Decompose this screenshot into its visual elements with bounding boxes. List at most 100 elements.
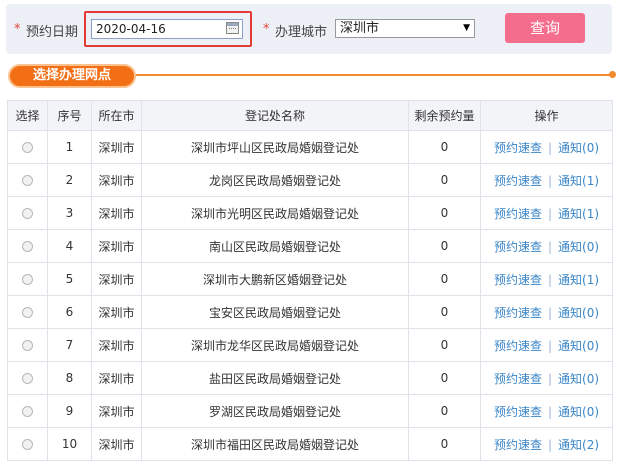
action-separator: |	[547, 437, 553, 452]
row-remaining: 0	[408, 295, 481, 329]
row-city: 深圳市	[91, 394, 142, 428]
date-field-highlight: 2020-04-16	[84, 11, 252, 47]
row-remaining: 0	[408, 130, 481, 164]
city-select[interactable]: 深圳市 ▼	[335, 19, 475, 38]
quick-book-link[interactable]: 预约速查	[494, 141, 542, 155]
row-city: 深圳市	[91, 130, 142, 164]
table-row: 4 深圳市 南山区民政局婚姻登记处 0 预约速查 | 通知(0)	[7, 229, 613, 263]
quick-book-link[interactable]: 预约速查	[494, 174, 542, 188]
dropdown-arrow-icon: ▼	[463, 23, 470, 33]
row-index: 2	[47, 163, 92, 197]
row-city: 深圳市	[91, 262, 142, 296]
row-remaining: 0	[408, 361, 481, 395]
notice-link[interactable]: 通知(0)	[558, 240, 599, 254]
row-remaining: 0	[408, 196, 481, 230]
row-office-name: 深圳市光明区民政局婚姻登记处	[141, 196, 409, 230]
row-city: 深圳市	[91, 427, 142, 461]
notice-link[interactable]: 通知(0)	[558, 339, 599, 353]
select-radio[interactable]	[22, 439, 33, 450]
table-row: 2 深圳市 龙岗区民政局婚姻登记处 0 预约速查 | 通知(1)	[7, 163, 613, 197]
row-office-name: 龙岗区民政局婚姻登记处	[141, 163, 409, 197]
table-header-row: 选择 序号 所在市 登记处名称 剩余预约量 操作	[7, 100, 613, 131]
notice-link[interactable]: 通知(0)	[558, 372, 599, 386]
row-remaining: 0	[408, 229, 481, 263]
quick-book-link[interactable]: 预约速查	[494, 240, 542, 254]
row-office-name: 深圳市坪山区民政局婚姻登记处	[141, 130, 409, 164]
quick-book-link[interactable]: 预约速查	[494, 372, 542, 386]
table-row: 7 深圳市 深圳市龙华区民政局婚姻登记处 0 预约速查 | 通知(0)	[7, 328, 613, 362]
action-separator: |	[547, 305, 553, 320]
notice-link[interactable]: 通知(1)	[558, 207, 599, 221]
action-separator: |	[547, 272, 553, 287]
row-remaining: 0	[408, 427, 481, 461]
notice-link[interactable]: 通知(0)	[558, 405, 599, 419]
row-index: 8	[47, 361, 92, 395]
section-divider-dot	[609, 71, 616, 78]
required-mark: *	[263, 22, 270, 37]
notice-link[interactable]: 通知(0)	[558, 141, 599, 155]
registry-table: 选择 序号 所在市 登记处名称 剩余预约量 操作 1 深圳市 深圳市坪山区民政局…	[7, 100, 613, 461]
section-title: 选择办理网点	[8, 64, 136, 88]
quick-book-link[interactable]: 预约速查	[494, 207, 542, 221]
quick-book-link[interactable]: 预约速查	[494, 405, 542, 419]
select-radio[interactable]	[22, 406, 33, 417]
row-index: 3	[47, 196, 92, 230]
row-remaining: 0	[408, 328, 481, 362]
table-row: 6 深圳市 宝安区民政局婚姻登记处 0 预约速查 | 通知(0)	[7, 295, 613, 329]
action-separator: |	[547, 239, 553, 254]
row-remaining: 0	[408, 163, 481, 197]
row-city: 深圳市	[91, 163, 142, 197]
date-input[interactable]: 2020-04-16	[91, 19, 243, 39]
table-row: 5 深圳市 深圳市大鹏新区婚姻登记处 0 预约速查 | 通知(1)	[7, 262, 613, 296]
notice-link[interactable]: 通知(1)	[558, 273, 599, 287]
row-index: 9	[47, 394, 92, 428]
row-index: 6	[47, 295, 92, 329]
quick-book-link[interactable]: 预约速查	[494, 339, 542, 353]
select-radio[interactable]	[22, 307, 33, 318]
row-city: 深圳市	[91, 328, 142, 362]
query-button[interactable]: 查询	[505, 13, 585, 43]
row-office-name: 深圳市龙华区民政局婚姻登记处	[141, 328, 409, 362]
action-separator: |	[547, 338, 553, 353]
quick-book-link[interactable]: 预约速查	[494, 438, 542, 452]
row-remaining: 0	[408, 262, 481, 296]
row-office-name: 南山区民政局婚姻登记处	[141, 229, 409, 263]
notice-link[interactable]: 通知(2)	[558, 438, 599, 452]
notice-link[interactable]: 通知(0)	[558, 306, 599, 320]
row-index: 7	[47, 328, 92, 362]
action-separator: |	[547, 206, 553, 221]
select-radio[interactable]	[22, 373, 33, 384]
row-city: 深圳市	[91, 196, 142, 230]
notice-link[interactable]: 通知(1)	[558, 174, 599, 188]
action-separator: |	[547, 404, 553, 419]
select-radio[interactable]	[22, 175, 33, 186]
select-radio[interactable]	[22, 208, 33, 219]
section-divider	[128, 74, 612, 76]
action-separator: |	[547, 173, 553, 188]
row-office-name: 深圳市大鹏新区婚姻登记处	[141, 262, 409, 296]
col-header-select: 选择	[7, 100, 48, 131]
table-row: 9 深圳市 罗湖区民政局婚姻登记处 0 预约速查 | 通知(0)	[7, 394, 613, 428]
select-radio[interactable]	[22, 142, 33, 153]
select-radio[interactable]	[22, 340, 33, 351]
quick-book-link[interactable]: 预约速查	[494, 273, 542, 287]
col-header-city: 所在市	[91, 100, 142, 131]
city-label: 办理城市	[275, 25, 328, 40]
row-office-name: 罗湖区民政局婚姻登记处	[141, 394, 409, 428]
action-separator: |	[547, 140, 553, 155]
col-header-actions: 操作	[480, 100, 613, 131]
calendar-icon[interactable]	[226, 22, 239, 34]
quick-book-link[interactable]: 预约速查	[494, 306, 542, 320]
table-row: 1 深圳市 深圳市坪山区民政局婚姻登记处 0 预约速查 | 通知(0)	[7, 130, 613, 164]
select-radio[interactable]	[22, 241, 33, 252]
row-office-name: 深圳市福田区民政局婚姻登记处	[141, 427, 409, 461]
city-select-value: 深圳市	[340, 21, 380, 36]
row-index: 1	[47, 130, 92, 164]
action-separator: |	[547, 371, 553, 386]
row-index: 4	[47, 229, 92, 263]
table-row: 8 深圳市 盐田区民政局婚姻登记处 0 预约速查 | 通知(0)	[7, 361, 613, 395]
row-city: 深圳市	[91, 361, 142, 395]
col-header-name: 登记处名称	[141, 100, 409, 131]
row-remaining: 0	[408, 394, 481, 428]
select-radio[interactable]	[22, 274, 33, 285]
